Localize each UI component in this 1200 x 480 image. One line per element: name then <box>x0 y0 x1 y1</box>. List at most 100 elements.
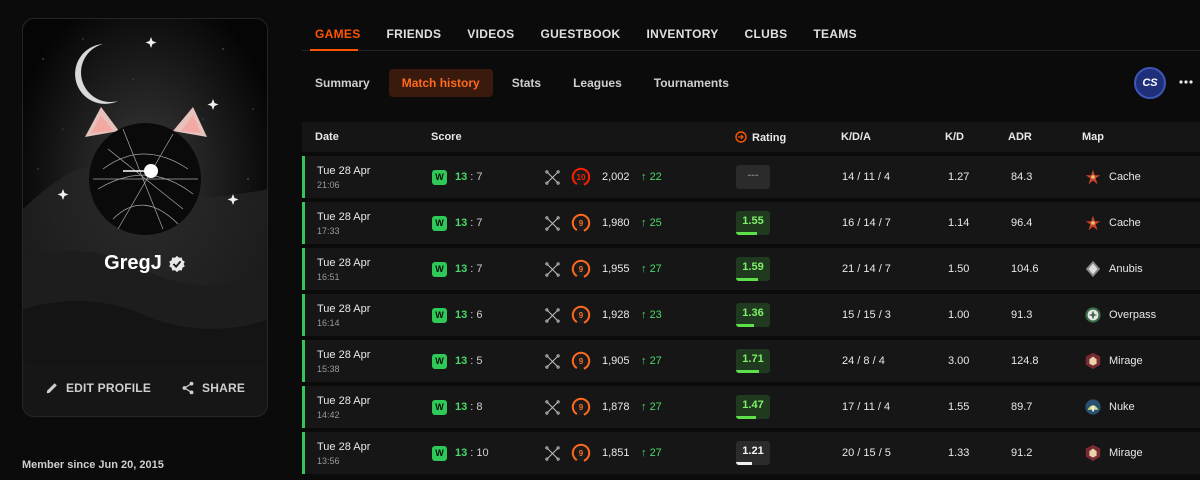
rating-bar <box>736 278 758 281</box>
overpass-map-icon <box>1085 307 1101 323</box>
rating-value: 1.36 <box>742 307 764 319</box>
header-date: Date <box>315 131 339 143</box>
nav-videos[interactable]: VIDEOS <box>467 27 514 45</box>
nav-inventory[interactable]: INVENTORY <box>647 27 719 45</box>
score-won: 13 <box>455 171 468 183</box>
adr-value: 91.3 <box>1011 309 1033 321</box>
table-row[interactable]: Tue 28 Apr 16:51 W 13 : 7 9 1,955 ↑ 27 1.59 21 /… <box>302 248 1200 290</box>
elo-value: 1,878 <box>602 401 630 413</box>
tab-match-history[interactable]: Match history <box>388 69 493 97</box>
score-won: 13 <box>455 355 468 367</box>
score-won: 13 <box>455 217 468 229</box>
map-name: Anubis <box>1109 263 1143 275</box>
tab-leagues[interactable]: Leagues <box>560 69 635 97</box>
crossed-swords-icon <box>545 354 560 369</box>
kd-value: 1.50 <box>948 263 970 275</box>
match-time: 13:56 <box>317 456 340 466</box>
match-score: 13 : 7 <box>455 171 483 183</box>
mirage-map-icon <box>1085 352 1101 370</box>
rating-box: 1.71 <box>736 349 770 373</box>
elo-change-value: 27 <box>649 447 662 459</box>
cache-map-icon <box>1085 215 1101 231</box>
map-name: Cache <box>1109 171 1141 183</box>
kd-value: 1.33 <box>948 447 970 459</box>
score-lost: 7 <box>476 217 483 229</box>
tab-tournaments[interactable]: Tournaments <box>641 69 742 97</box>
score-lost: 7 <box>476 263 483 275</box>
elo-change: ↑ 27 <box>641 447 662 459</box>
kda-value: 20 / 15 / 5 <box>842 447 891 459</box>
win-badge: W <box>432 400 447 415</box>
table-row[interactable]: Tue 28 Apr 13:56 W 13 : 10 9 1,851 ↑ 27 1.21 20 … <box>302 432 1200 474</box>
match-time: 17:33 <box>317 226 340 236</box>
kd-value: 1.00 <box>948 309 970 321</box>
nav-divider <box>302 50 1200 51</box>
adr-value: 124.8 <box>1011 355 1039 367</box>
nav-games[interactable]: GAMES <box>315 27 361 45</box>
table-row[interactable]: Tue 28 Apr 14:42 W 13 : 8 9 1,878 ↑ 27 1.47 17 /… <box>302 386 1200 428</box>
rating-icon <box>735 131 747 143</box>
crossed-swords-icon <box>545 308 560 323</box>
match-score: 13 : 5 <box>455 355 483 367</box>
match-time: 16:14 <box>317 318 340 328</box>
elo-change: ↑ 23 <box>641 309 662 321</box>
elo-change: ↑ 22 <box>641 171 662 183</box>
nav-friends[interactable]: FRIENDS <box>387 27 442 45</box>
rating-bar <box>736 416 757 419</box>
nav-clubs[interactable]: CLUBS <box>745 27 788 45</box>
rating-value: 1.59 <box>742 261 764 273</box>
game-badge-label: CS <box>1142 77 1158 89</box>
nav-guestbook[interactable]: GUESTBOOK <box>540 27 620 45</box>
elo-value: 1,905 <box>602 355 630 367</box>
elo-change-value: 25 <box>649 217 662 229</box>
header-map: Map <box>1082 131 1104 143</box>
rating-box: 1.55 <box>736 211 770 235</box>
win-badge: W <box>432 216 447 231</box>
kd-value: 1.55 <box>948 401 970 413</box>
skill-level-value: 9 <box>579 265 584 274</box>
nav-active-underline <box>310 49 358 51</box>
match-date: Tue 28 Apr <box>317 395 371 407</box>
skill-level-value: 9 <box>579 357 584 366</box>
game-badge[interactable]: CS <box>1134 67 1166 99</box>
match-time: 14:42 <box>317 410 340 420</box>
adr-value: 96.4 <box>1011 217 1033 229</box>
map-name: Mirage <box>1109 447 1143 459</box>
win-badge: W <box>432 354 447 369</box>
profile-banner <box>23 19 267 365</box>
anubis-map-icon <box>1085 260 1101 278</box>
table-row[interactable]: Tue 28 Apr 21:06 W 13 : 7 10 2,002 ↑ 22 --- 14 /… <box>302 156 1200 198</box>
table-row[interactable]: Tue 28 Apr 15:38 W 13 : 5 9 1,905 ↑ 27 1.71 24 /… <box>302 340 1200 382</box>
skill-level-badge: 9 <box>571 397 591 417</box>
nav-teams[interactable]: TEAMS <box>813 27 857 45</box>
verified-icon <box>169 255 185 272</box>
rating-box: --- <box>736 165 770 189</box>
tab-stats[interactable]: Stats <box>499 69 554 97</box>
profile-banner-art <box>23 19 267 365</box>
share-button[interactable]: SHARE <box>181 381 245 395</box>
kd-value: 1.14 <box>948 217 970 229</box>
elo-change-value: 27 <box>649 401 662 413</box>
rating-box: 1.47 <box>736 395 770 419</box>
skill-level-value: 9 <box>579 449 584 458</box>
kda-value: 17 / 11 / 4 <box>842 401 891 413</box>
elo-value: 1,928 <box>602 309 630 321</box>
skill-level-value: 9 <box>579 219 584 228</box>
edit-profile-label: EDIT PROFILE <box>65 381 152 395</box>
kd-value: 3.00 <box>948 355 970 367</box>
rating-box: 1.21 <box>736 441 770 465</box>
header-rating-group: Rating <box>735 131 786 144</box>
rating-box: 1.36 <box>736 303 770 327</box>
edit-profile-button[interactable]: EDIT PROFILE <box>45 381 151 395</box>
table-row[interactable]: Tue 28 Apr 17:33 W 13 : 7 9 1,980 ↑ 25 1.55 16 /… <box>302 202 1200 244</box>
elo-change: ↑ 27 <box>641 401 662 413</box>
elo-change: ↑ 27 <box>641 355 662 367</box>
more-options-icon[interactable] <box>1178 74 1194 90</box>
kda-value: 21 / 14 / 7 <box>842 263 891 275</box>
match-time: 16:51 <box>317 272 340 282</box>
match-score: 13 : 8 <box>455 401 483 413</box>
match-score: 13 : 6 <box>455 309 483 321</box>
tab-summary[interactable]: Summary <box>302 69 383 97</box>
table-row[interactable]: Tue 28 Apr 16:14 W 13 : 6 9 1,928 ↑ 23 1.36 15 /… <box>302 294 1200 336</box>
score-won: 13 <box>455 309 468 321</box>
